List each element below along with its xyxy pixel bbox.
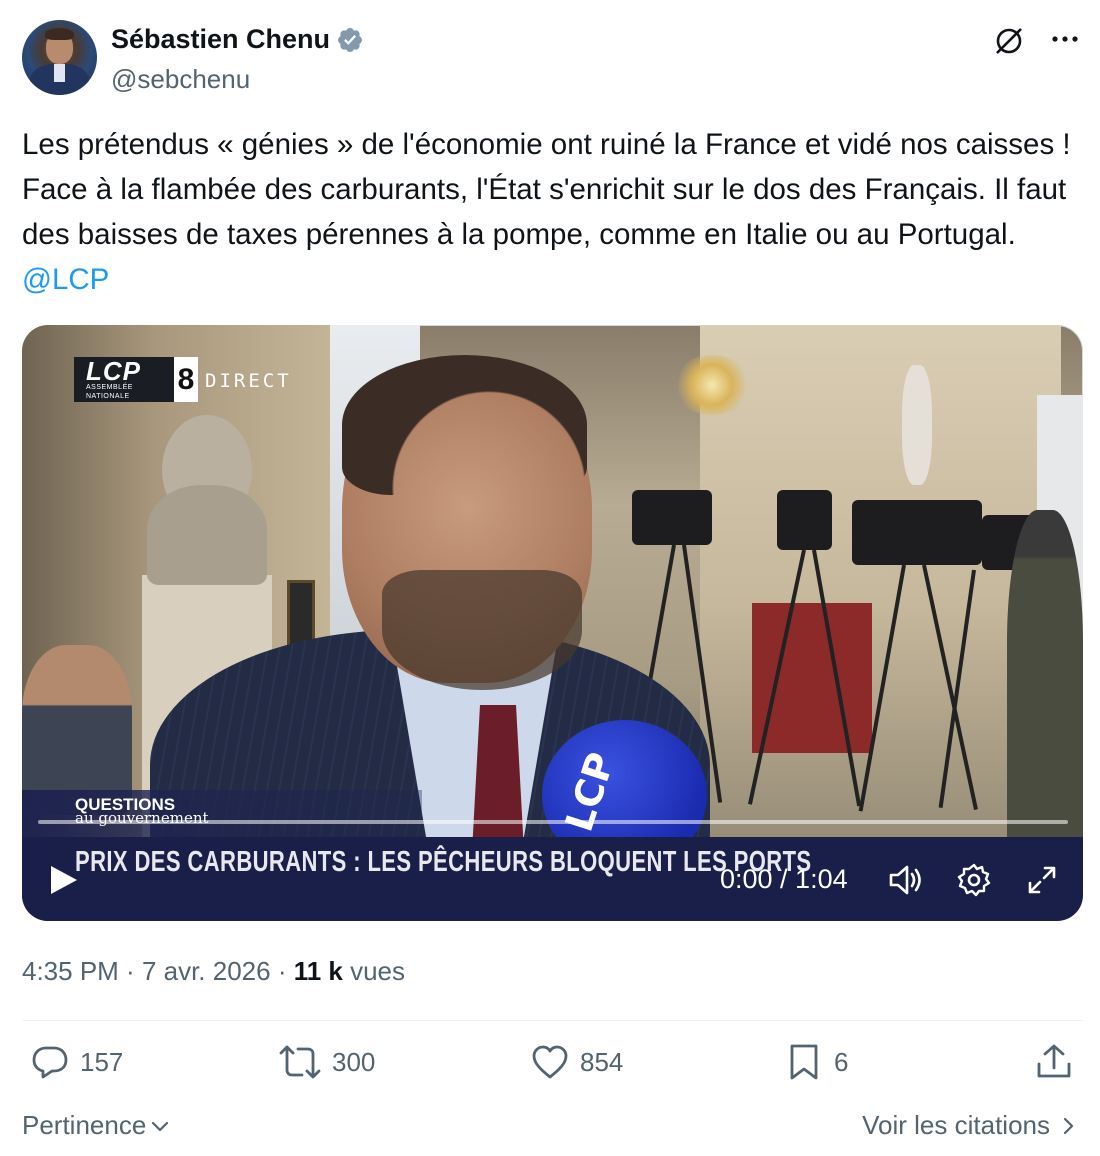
view-quotes-link[interactable]: Voir les citations (862, 1110, 1078, 1141)
share-button[interactable] (1034, 1042, 1074, 1082)
channel-logo: LCP ASSEMBLÉE NATIONALE (74, 357, 174, 402)
progress-track[interactable] (38, 820, 1068, 824)
channel-number: 8 (174, 357, 198, 402)
tweet-meta: 4:35 PM · 7 avr. 2026 · 11 k vues (22, 956, 405, 987)
meta-separator: · (270, 956, 294, 986)
settings-icon[interactable] (956, 862, 992, 898)
scene-carpet (752, 603, 872, 753)
tweet-date[interactable]: 7 avr. 2026 (142, 956, 271, 986)
quotes-label: Voir les citations (862, 1110, 1050, 1140)
channel-logo-text: LCP (86, 355, 141, 386)
like-button[interactable]: 854 (530, 1042, 623, 1082)
play-icon[interactable] (46, 862, 80, 898)
name-row: Sébastien Chenu (111, 24, 364, 55)
repost-icon (279, 1045, 321, 1079)
views-label: vues (342, 956, 406, 986)
handle[interactable]: @sebchenu (111, 64, 250, 95)
scene-bust-body (147, 485, 267, 585)
like-count: 854 (580, 1046, 624, 1077)
tweet-body: Les prétendus « génies » de l'économie o… (22, 128, 1071, 251)
scene-camera-operator (1007, 510, 1083, 840)
scene-camera-2 (777, 490, 832, 550)
more-icon[interactable] (1048, 22, 1082, 56)
scene-beard (382, 570, 582, 690)
grok-icon[interactable] (992, 24, 1026, 58)
repost-button[interactable]: 300 (278, 1042, 375, 1082)
video-scene: LCP LCP ASSEMBLÉE NATIONALE 8 DIRECT QUE… (22, 325, 1083, 921)
scene-statue (902, 365, 932, 485)
scene-lamp (672, 355, 752, 415)
scene-camera-1 (632, 490, 712, 545)
action-bar: 157 300 854 6 (22, 1042, 1083, 1092)
reply-count: 157 (80, 1046, 124, 1077)
mention-link[interactable]: @LCP (22, 263, 109, 296)
meta-separator: · (118, 956, 142, 986)
scene-camera-3 (852, 500, 982, 565)
tweet-header: Sébastien Chenu @sebchenu (22, 20, 1082, 98)
volume-icon[interactable] (887, 862, 925, 898)
tweet-time[interactable]: 4:35 PM (22, 956, 119, 986)
fullscreen-icon[interactable] (1025, 863, 1059, 897)
reply-icon (32, 1046, 68, 1079)
chevron-right-icon (1063, 1117, 1074, 1134)
share-icon (1037, 1044, 1071, 1078)
tweet-text: Les prétendus « génies » de l'économie o… (22, 122, 1082, 302)
display-name[interactable]: Sébastien Chenu (111, 24, 330, 55)
scene-frame (287, 580, 315, 648)
bookmark-count: 6 (834, 1046, 849, 1077)
bookmark-icon (790, 1044, 818, 1080)
chevron-down-icon (152, 1121, 169, 1131)
repost-count: 300 (332, 1046, 376, 1077)
avatar-hair (45, 28, 74, 40)
scene-hair (342, 355, 587, 495)
reply-button[interactable]: 157 (30, 1042, 123, 1082)
live-label: DIRECT (205, 370, 292, 392)
time-display: 0:00 / 1:04 (720, 864, 848, 894)
ticker-text: PRIX DES CARBURANTS : LES PÊCHEURS BLOQU… (75, 846, 812, 878)
program-line2: au gouvernement (75, 809, 209, 827)
bookmark-button[interactable]: 6 (784, 1042, 848, 1082)
sort-dropdown[interactable]: Pertinence (22, 1110, 170, 1141)
views-count: 11 k (293, 956, 343, 986)
avatar-shirt (54, 64, 65, 82)
channel-logo-sub: ASSEMBLÉE NATIONALE (86, 383, 133, 400)
avatar[interactable] (22, 20, 97, 95)
verified-badge-icon[interactable] (336, 26, 364, 54)
divider (22, 1020, 1083, 1021)
heart-icon (532, 1045, 568, 1079)
sort-label: Pertinence (22, 1110, 147, 1140)
